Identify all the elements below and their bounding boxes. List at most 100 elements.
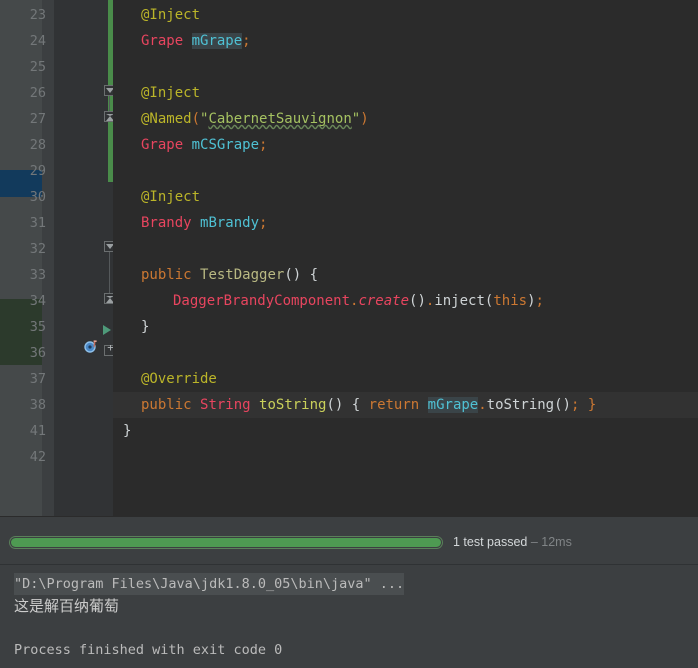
code-token: } — [587, 397, 597, 413]
gutter-line-number: 36 — [29, 345, 46, 361]
code-token: return — [368, 397, 420, 413]
editor-region: 23 24 25 26 27 28 29 30 31 32 33 34 35 36 37 38 41 42 @In… — [0, 0, 698, 516]
code-token: mBrandy — [200, 215, 260, 231]
code-line[interactable]: @Inject — [113, 2, 698, 28]
code-token: ) — [527, 293, 536, 309]
code-token: Grape — [141, 137, 184, 153]
console-command-line[interactable]: "D:\Program Files\Java\jdk1.8.0_05\bin\j… — [14, 573, 405, 595]
code-line[interactable]: Brandy mBrandy; — [113, 210, 698, 236]
code-token: mCSGrape — [191, 137, 260, 153]
gutter-line-number: 33 — [29, 267, 46, 283]
gutter-line-number: 28 — [29, 137, 46, 153]
code-line[interactable] — [113, 444, 698, 470]
code-token: { — [309, 267, 319, 283]
console-program-output: 这是解百纳葡萄 — [14, 597, 120, 615]
code-token: ; — [242, 33, 251, 49]
code-token: Grape — [141, 33, 184, 49]
code-token: DaggerBrandyComponent — [173, 293, 351, 309]
code-token: @Named — [141, 111, 192, 127]
gutter-line-number: 42 — [29, 449, 46, 465]
gutter-line-number: 30 — [29, 189, 46, 205]
code-line[interactable]: public TestDagger() { — [113, 262, 698, 288]
code-token: } — [141, 319, 150, 335]
code-token: () — [284, 267, 302, 283]
gutter-line-number: 26 — [29, 85, 46, 101]
code-token: } — [123, 423, 132, 439]
code-line[interactable]: } — [113, 418, 698, 444]
code-token: @Override — [141, 371, 217, 387]
code-token: mGrape — [427, 397, 479, 413]
console-output-panel[interactable]: "D:\Program Files\Java\jdk1.8.0_05\bin\j… — [0, 564, 698, 668]
code-token: { — [351, 397, 361, 413]
code-line[interactable] — [113, 54, 698, 80]
code-token: " — [351, 111, 361, 127]
code-line[interactable] — [113, 340, 698, 366]
console-exit-line: Process finished with exit code 0 — [14, 642, 283, 658]
run-test-play-icon[interactable] — [103, 325, 111, 335]
code-token: () — [409, 293, 426, 309]
code-token: () — [554, 397, 571, 413]
code-token: TestDagger — [200, 267, 285, 283]
console-command-row: "D:\Program Files\Java\jdk1.8.0_05\bin\j… — [14, 573, 698, 595]
code-token: @Inject — [141, 189, 201, 205]
code-token: ) — [360, 111, 369, 127]
code-token: public — [141, 397, 192, 413]
code-token: . — [478, 397, 487, 413]
code-line[interactable]: @Inject — [113, 184, 698, 210]
code-line[interactable]: @Named("CabernetSauvignon") — [113, 106, 698, 132]
gutter-line-number: 25 — [29, 59, 46, 75]
code-token: toString — [486, 397, 555, 413]
code-line[interactable]: Grape mGrape; — [113, 28, 698, 54]
code-line[interactable]: public String toString() { return mGrape… — [113, 392, 698, 418]
test-passed-label: 1 test passed — [453, 535, 528, 549]
gutter-line-number: 29 — [29, 163, 46, 179]
test-state-icon[interactable] — [84, 338, 100, 354]
code-token: Brandy — [141, 215, 192, 231]
code-token: this — [493, 293, 528, 309]
gutter-line-number: 35 — [29, 319, 46, 335]
splitter-divider — [0, 516, 698, 517]
gutter-line-number: 32 — [29, 241, 46, 257]
gutter-line-number: 24 — [29, 33, 46, 49]
test-status-text: 1 test passed – 12ms — [453, 535, 572, 549]
code-token: inject — [434, 293, 485, 309]
code-line[interactable]: } — [113, 314, 698, 340]
test-progress-bar — [9, 536, 443, 549]
ide-window: 23 24 25 26 27 28 29 30 31 32 33 34 35 36 37 38 41 42 @In… — [0, 0, 698, 668]
code-token: ; — [259, 215, 268, 231]
gutter-line-number: 31 — [29, 215, 46, 231]
panel-splitter[interactable] — [0, 516, 698, 524]
code-token: mGrape — [191, 33, 243, 49]
test-progress-fill — [11, 538, 441, 547]
code-area[interactable]: @Inject Grape mGrape; @Inject @Named("Caber… — [113, 0, 698, 516]
code-token: ; — [535, 293, 544, 309]
test-passed-glyph — [84, 340, 97, 353]
code-line[interactable] — [113, 158, 698, 184]
code-token: String — [200, 397, 251, 413]
test-result-bar: 1 test passed – 12ms — [0, 524, 698, 564]
code-token: @Inject — [141, 85, 201, 101]
code-token: () — [326, 397, 344, 413]
code-token: toString — [259, 397, 327, 413]
code-line[interactable]: @Inject — [113, 80, 698, 106]
code-line[interactable]: Grape mCSGrape; — [113, 132, 698, 158]
gutter-line-number: 27 — [29, 111, 46, 127]
code-line[interactable] — [113, 236, 698, 262]
gutter-line-number: 41 — [29, 423, 46, 439]
gutter-line-number: 38 — [29, 397, 46, 413]
code-line[interactable]: @Override — [113, 366, 698, 392]
gutter-line-number: 34 — [29, 293, 46, 309]
code-token: ; — [259, 137, 268, 153]
code-line[interactable]: DaggerBrandyComponent.create().inject(th… — [113, 288, 698, 314]
